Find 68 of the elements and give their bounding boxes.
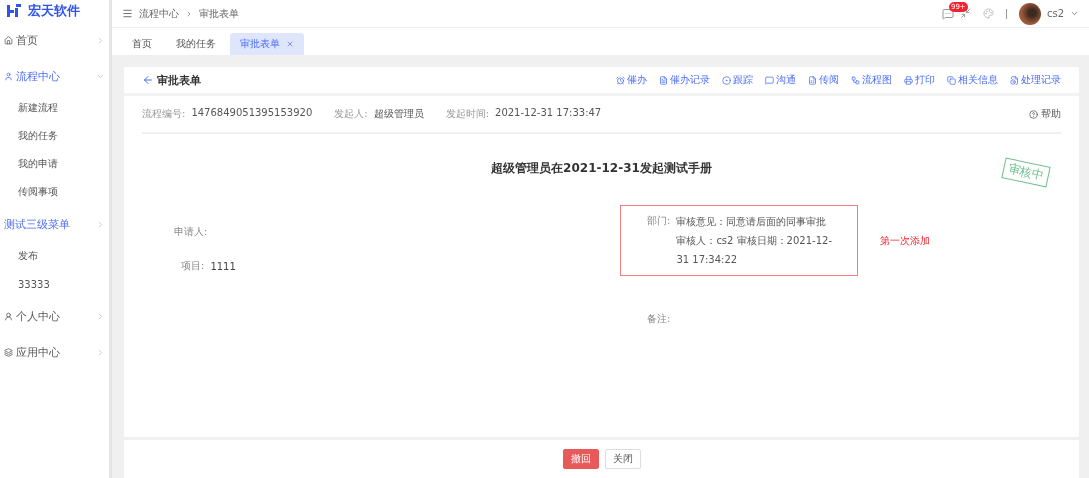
action-button[interactable]: 打印: [904, 73, 935, 87]
close-button[interactable]: 关闭: [604, 449, 641, 469]
page-title: 审批表单: [142, 72, 201, 88]
tab[interactable]: 首页: [122, 33, 162, 55]
action-icon: [808, 75, 817, 85]
chevron-icon: [185, 9, 193, 18]
action-icon: [851, 75, 860, 85]
action-button[interactable]: 相关信息: [947, 73, 998, 87]
field-label: 部门:: [647, 214, 671, 228]
field-label: 申请人:: [174, 225, 208, 239]
action-button[interactable]: 处理记录: [1010, 73, 1061, 87]
sidebar-item[interactable]: 流程中心: [0, 58, 109, 94]
tab[interactable]: 审批表单: [230, 33, 304, 55]
breadcrumb-item[interactable]: 流程中心: [139, 6, 179, 21]
breadcrumb-item: 审批表单: [199, 6, 239, 21]
chevron-icon: [96, 347, 105, 357]
action-icon: [904, 75, 913, 85]
action-icon: [722, 75, 731, 85]
chevron-icon: [96, 219, 105, 229]
sidebar-subitem[interactable]: 传阅事项: [0, 178, 109, 206]
close-icon[interactable]: [286, 40, 294, 48]
sidebar-item[interactable]: 测试三级菜单: [0, 206, 109, 242]
user-name[interactable]: cs2: [1046, 8, 1064, 19]
action-icon: [616, 75, 625, 85]
sidebar-subitem[interactable]: 新建流程: [0, 94, 109, 122]
meta-value: 超级管理员: [373, 107, 424, 121]
collapse-icon[interactable]: [959, 8, 971, 19]
action-icon: [765, 75, 774, 85]
sidebar-item[interactable]: 应用中心: [0, 334, 109, 370]
action-button[interactable]: 传阅: [808, 73, 839, 87]
meta-label: 发起人:: [334, 107, 368, 121]
action-icon: [947, 75, 956, 85]
form-title: 超级管理员在2021-12-31发起测试手册: [491, 161, 712, 175]
reviewer-info: 审核人：cs2 审核日期：2021-12-31 17:34:22: [676, 234, 833, 267]
dropdown-icon[interactable]: [1070, 9, 1079, 18]
sidebar-item[interactable]: 个人中心: [0, 298, 109, 334]
help-link[interactable]: 帮助: [1029, 107, 1061, 121]
help-icon: [1029, 109, 1038, 119]
meta-value: 1476849051395153920: [191, 107, 313, 120]
sidebar-subitem[interactable]: 我的申请: [0, 150, 109, 178]
logo-icon: [6, 3, 22, 19]
chevron-icon: [96, 311, 105, 321]
approval-opinion: 审核意见：同意请后面的同事审批: [676, 215, 828, 229]
message-icon[interactable]: [941, 7, 954, 20]
avatar[interactable]: [1018, 2, 1041, 25]
action-button[interactable]: 流程图: [851, 73, 892, 87]
field-value: 1111: [210, 260, 236, 272]
tab[interactable]: 我的任务: [166, 33, 226, 55]
note-text: 第一次添加: [880, 233, 930, 248]
action-icon: [659, 75, 668, 85]
back-icon[interactable]: [142, 74, 154, 86]
meta-label: 流程编号:: [142, 107, 186, 121]
sidebar-subitem[interactable]: 发布: [0, 242, 109, 270]
sidebar-subitem[interactable]: 33333: [0, 270, 109, 298]
action-button[interactable]: 跟踪: [722, 73, 753, 87]
sidebar-item[interactable]: 首页: [0, 22, 109, 58]
action-button[interactable]: 催办: [616, 73, 647, 87]
chevron-icon: [96, 35, 105, 45]
meta-value: 2021-12-31 17:33:47: [495, 107, 602, 120]
field-label: 备注:: [647, 312, 671, 326]
action-button[interactable]: 沟通: [765, 73, 796, 87]
action-button[interactable]: 催办记录: [659, 73, 710, 87]
logo-text: 宏天软件: [28, 2, 80, 20]
withdraw-button[interactable]: 撤回: [562, 449, 599, 469]
field-label: 项目:: [181, 259, 205, 273]
sidebar-subitem[interactable]: 我的任务: [0, 122, 109, 150]
meta-label: 发起时间:: [445, 107, 489, 121]
action-icon: [1010, 75, 1019, 85]
